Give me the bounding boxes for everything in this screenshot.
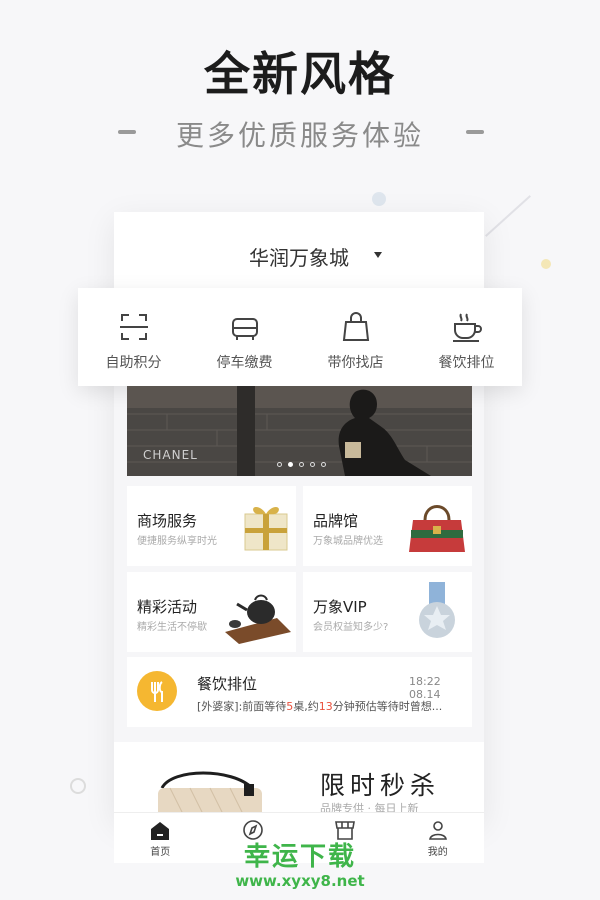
tile-subtitle: 万象城品牌优选 xyxy=(313,536,383,547)
tile-events[interactable]: 精彩活动 精彩生活不停歇 xyxy=(127,572,296,652)
quick-action-label: 带你找店 xyxy=(327,355,384,371)
quick-action-label: 餐饮排位 xyxy=(438,355,495,371)
quick-action-find-store[interactable]: 带你找店 xyxy=(300,288,411,386)
tile-mall-service[interactable]: 商场服务 便捷服务纵享时光 xyxy=(127,486,296,566)
watermark-url: www.xyxy8.net xyxy=(235,872,365,890)
quick-action-parking[interactable]: 停车缴费 xyxy=(189,288,300,386)
tile-vip[interactable]: 万象VIP 会员权益知多少? xyxy=(303,572,472,652)
tile-subtitle: 精彩生活不停歇 xyxy=(137,622,207,633)
quick-actions-bar: 自助积分 停车缴费 带你找店 餐饮排位 xyxy=(78,288,522,386)
watermark-text: 幸运下载 xyxy=(243,842,356,872)
coffee-cup-icon xyxy=(452,313,482,342)
carousel-dot[interactable] xyxy=(299,462,304,467)
queue-minutes: 13 xyxy=(318,700,333,713)
handbag-product-image xyxy=(158,771,262,817)
flash-sale-title: 限时秒杀 xyxy=(320,771,441,800)
tile-title: 品牌馆 xyxy=(313,512,359,530)
fork-knife-icon xyxy=(137,671,177,711)
medal-icon xyxy=(419,582,455,638)
tile-subtitle: 会员权益知多少? xyxy=(313,622,389,633)
shopping-bag-icon xyxy=(342,312,369,341)
queue-description: [外婆家]:前面等待5桌,约13分钟预估等待时曾想... xyxy=(197,698,467,714)
carousel-dot[interactable] xyxy=(277,462,282,467)
quick-action-self-points[interactable]: 自助积分 xyxy=(78,288,189,386)
decor-line xyxy=(485,195,531,237)
teapot-icon xyxy=(225,594,291,644)
promo-banner[interactable]: CHANEL xyxy=(127,386,472,476)
carousel-dot[interactable] xyxy=(321,462,326,467)
tile-subtitle: 便捷服务纵享时光 xyxy=(137,536,217,547)
carousel-dot[interactable] xyxy=(310,462,315,467)
queue-desc-prefix: [外婆家]:前面等待 xyxy=(197,700,287,713)
tile-title: 精彩活动 xyxy=(137,598,198,616)
decor-ring xyxy=(70,778,86,794)
carousel-dot-active[interactable] xyxy=(288,462,293,467)
mall-header: 华润万象城 xyxy=(114,212,484,292)
tile-brand-hall[interactable]: 品牌馆 万象城品牌优选 xyxy=(303,486,472,566)
carousel-dots[interactable] xyxy=(277,462,326,467)
queue-desc-suffix: 分钟预估等待时曾想... xyxy=(332,700,443,713)
queue-title: 餐饮排位 xyxy=(197,675,258,693)
tile-title: 商场服务 xyxy=(137,512,198,530)
queue-desc-mid: 桌,约 xyxy=(293,700,319,713)
gift-box-icon xyxy=(244,507,288,551)
quick-action-label: 自助积分 xyxy=(105,355,162,371)
tile-title: 万象VIP xyxy=(313,598,367,616)
decor-dot xyxy=(372,192,386,206)
promo-headline: 全新风格 xyxy=(204,47,396,101)
scan-icon xyxy=(119,314,148,340)
dining-queue-card[interactable]: 餐饮排位 18:22 08.14 [外婆家]:前面等待5桌,约13分钟预估等待时… xyxy=(127,657,472,727)
flash-sale-section[interactable]: 限时秒杀 品牌专供 · 每日上新 xyxy=(114,742,484,817)
car-icon xyxy=(231,318,258,340)
banner-brand-text: CHANEL xyxy=(143,448,198,462)
quick-action-label: 停车缴费 xyxy=(216,355,273,371)
handbag-icon xyxy=(409,505,465,552)
promo-subline: 更多优质服务体验 xyxy=(175,119,424,152)
quick-action-dining-queue[interactable]: 餐饮排位 xyxy=(411,288,522,386)
caret-down-icon[interactable] xyxy=(374,252,382,258)
right-dash xyxy=(466,130,484,134)
decor-dot xyxy=(541,259,551,269)
mall-name[interactable]: 华润万象城 xyxy=(114,242,484,271)
